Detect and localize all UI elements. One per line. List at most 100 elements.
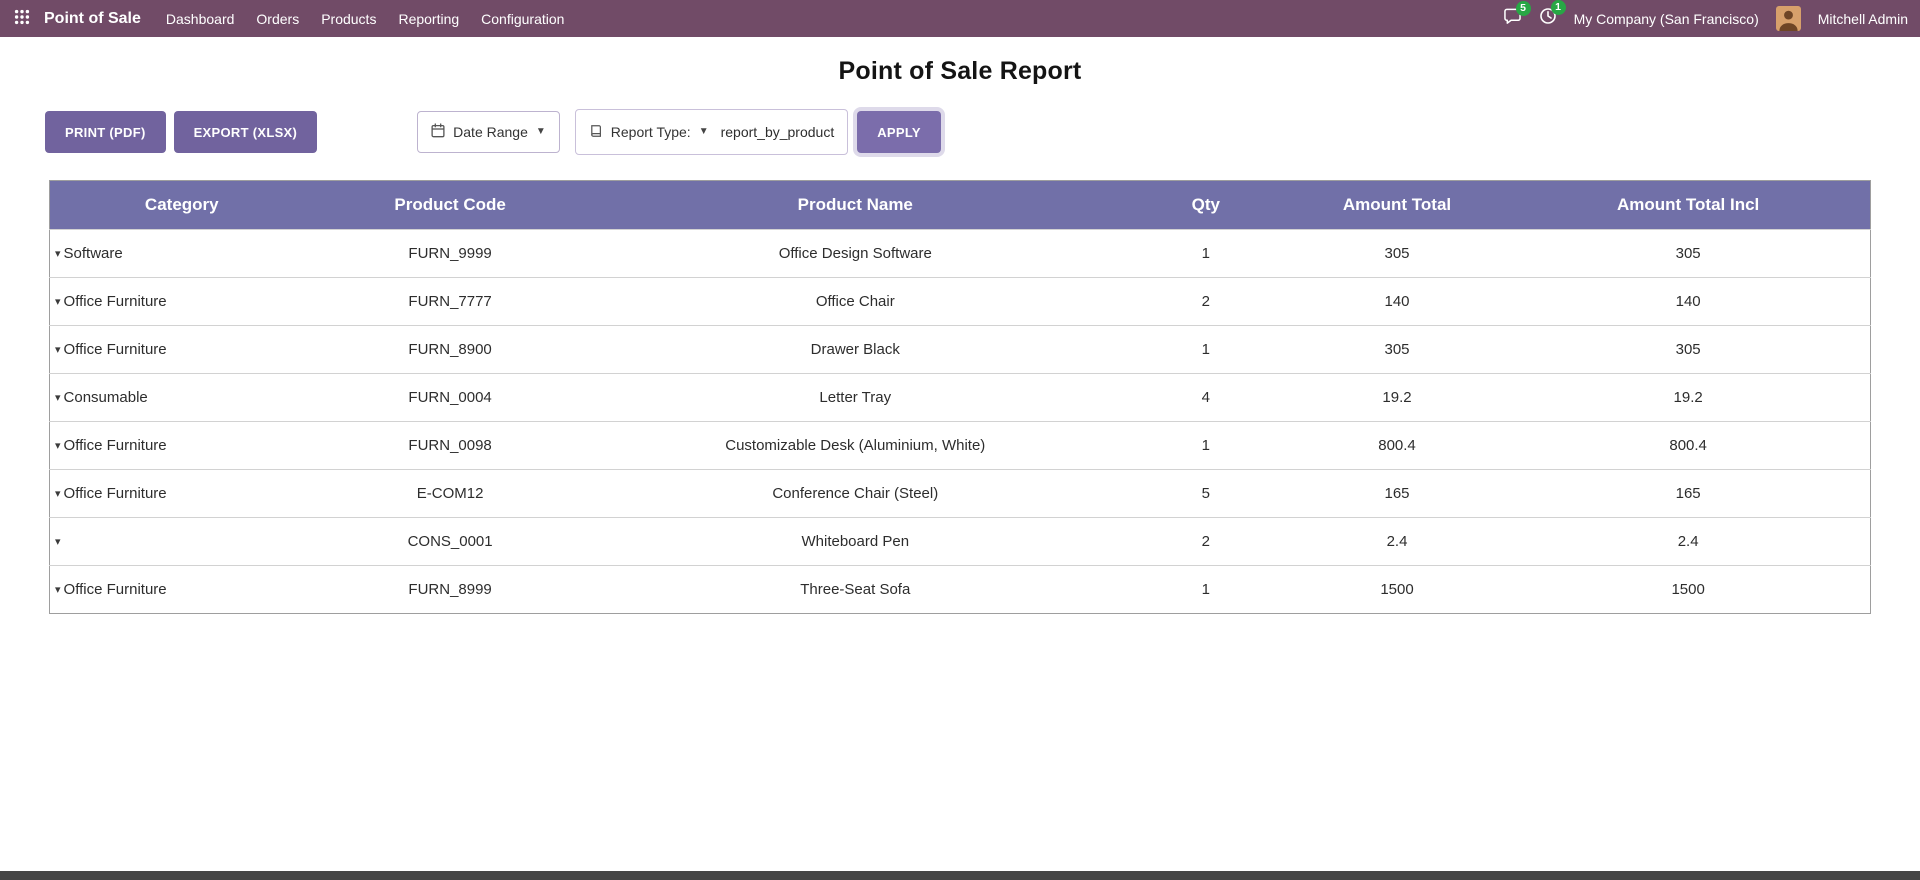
- product-name-cell: Letter Tray: [587, 374, 1124, 422]
- nav-item-configuration[interactable]: Configuration: [470, 0, 575, 37]
- category-cell: ▾Office Furniture: [50, 566, 314, 614]
- group-caret-icon[interactable]: ▾: [55, 535, 61, 548]
- category-label: Office Furniture: [64, 437, 167, 454]
- apps-menu-button[interactable]: [10, 0, 38, 37]
- amount-total-incl-cell: 19.2: [1506, 374, 1870, 422]
- table-row: ▾Software FURN_9999 Office Design Softwa…: [50, 230, 1871, 278]
- category-cell: ▾: [50, 518, 314, 566]
- amount-total-incl-cell: 800.4: [1506, 422, 1870, 470]
- product-name-cell: Office Design Software: [587, 230, 1124, 278]
- group-caret-icon[interactable]: ▾: [55, 343, 61, 356]
- group-caret-icon[interactable]: ▾: [55, 487, 61, 500]
- category-label: Office Furniture: [64, 485, 167, 502]
- amount-total-cell: 1500: [1288, 566, 1507, 614]
- nav-item-products[interactable]: Products: [310, 0, 387, 37]
- table-row: ▾Office Furniture FURN_8999 Three-Seat S…: [50, 566, 1871, 614]
- report-type-dropdown[interactable]: Report Type: ▼ report_by_product: [575, 109, 848, 155]
- product-name-cell: Three-Seat Sofa: [587, 566, 1124, 614]
- product-code-cell: FURN_8999: [314, 566, 587, 614]
- table-row: ▾Office Furniture FURN_7777 Office Chair…: [50, 278, 1871, 326]
- apply-button[interactable]: APPLY: [857, 111, 941, 153]
- product-name-cell: Conference Chair (Steel): [587, 470, 1124, 518]
- product-name-cell: Drawer Black: [587, 326, 1124, 374]
- table-row: ▾Office Furniture E-COM12 Conference Cha…: [50, 470, 1871, 518]
- product-name-cell: Customizable Desk (Aluminium, White): [587, 422, 1124, 470]
- activities-button[interactable]: 1: [1539, 7, 1557, 30]
- amount-total-incl-cell: 165: [1506, 470, 1870, 518]
- date-range-label: Date Range: [453, 124, 528, 140]
- product-code-cell: FURN_9999: [314, 230, 587, 278]
- main-content: Point of Sale Report PRINT (PDF) EXPORT …: [0, 57, 1920, 614]
- qty-cell: 1: [1124, 326, 1288, 374]
- amount-total-cell: 165: [1288, 470, 1507, 518]
- table-row: ▾ CONS_0001 Whiteboard Pen 2 2.4 2.4: [50, 518, 1871, 566]
- category-cell: ▾Consumable: [50, 374, 314, 422]
- main-menu: Dashboard Orders Products Reporting Conf…: [155, 0, 576, 37]
- export-xlsx-button[interactable]: EXPORT (XLSX): [174, 111, 318, 153]
- table-row: ▾Consumable FURN_0004 Letter Tray 4 19.2…: [50, 374, 1871, 422]
- navbar-right: 5 1 My Company (San Francisco) Mitchell …: [1503, 6, 1908, 31]
- qty-cell: 2: [1124, 278, 1288, 326]
- qty-cell: 5: [1124, 470, 1288, 518]
- group-caret-icon[interactable]: ▾: [55, 247, 61, 260]
- amount-total-incl-cell: 1500: [1506, 566, 1870, 614]
- table-row: ▾Office Furniture FURN_8900 Drawer Black…: [50, 326, 1871, 374]
- product-code-cell: E-COM12: [314, 470, 587, 518]
- report-toolbar: PRINT (PDF) EXPORT (XLSX) Date Range ▼ R…: [45, 109, 1920, 155]
- report-table: Category Product Code Product Name Qty A…: [49, 180, 1871, 614]
- date-range-dropdown[interactable]: Date Range ▼: [417, 111, 560, 153]
- header-product-name: Product Name: [587, 181, 1124, 230]
- calendar-icon: [431, 123, 445, 141]
- page-title: Point of Sale Report: [0, 57, 1920, 86]
- bottom-screen-edge: [0, 871, 1920, 880]
- messages-button[interactable]: 5: [1503, 8, 1522, 30]
- nav-item-orders[interactable]: Orders: [245, 0, 310, 37]
- category-cell: ▾Office Furniture: [50, 470, 314, 518]
- user-avatar[interactable]: [1776, 6, 1801, 31]
- category-cell: ▾Software: [50, 230, 314, 278]
- category-cell: ▾Office Furniture: [50, 278, 314, 326]
- qty-cell: 1: [1124, 566, 1288, 614]
- group-caret-icon[interactable]: ▾: [55, 583, 61, 596]
- print-pdf-button[interactable]: PRINT (PDF): [45, 111, 166, 153]
- category-label: Software: [64, 245, 123, 262]
- header-amount-total: Amount Total: [1288, 181, 1507, 230]
- user-menu[interactable]: Mitchell Admin: [1818, 11, 1908, 27]
- group-caret-icon[interactable]: ▾: [55, 295, 61, 308]
- product-code-cell: FURN_8900: [314, 326, 587, 374]
- category-cell: ▾Office Furniture: [50, 326, 314, 374]
- report-table-body: ▾Software FURN_9999 Office Design Softwa…: [50, 230, 1871, 614]
- apps-grid-icon: [14, 9, 30, 28]
- product-code-cell: FURN_0004: [314, 374, 587, 422]
- group-caret-icon[interactable]: ▾: [55, 391, 61, 404]
- amount-total-incl-cell: 305: [1506, 230, 1870, 278]
- table-row: ▾Office Furniture FURN_0098 Customizable…: [50, 422, 1871, 470]
- category-label: Office Furniture: [64, 341, 167, 358]
- qty-cell: 1: [1124, 230, 1288, 278]
- header-category: Category: [50, 181, 314, 230]
- amount-total-cell: 19.2: [1288, 374, 1507, 422]
- amount-total-incl-cell: 305: [1506, 326, 1870, 374]
- report-type-caret-icon: ▼: [699, 127, 709, 137]
- header-qty: Qty: [1124, 181, 1288, 230]
- amount-total-cell: 140: [1288, 278, 1507, 326]
- company-switcher[interactable]: My Company (San Francisco): [1574, 11, 1759, 27]
- amount-total-cell: 305: [1288, 326, 1507, 374]
- product-name-cell: Office Chair: [587, 278, 1124, 326]
- messages-badge: 5: [1516, 1, 1531, 16]
- nav-item-reporting[interactable]: Reporting: [387, 0, 470, 37]
- category-label: Office Furniture: [64, 293, 167, 310]
- qty-cell: 2: [1124, 518, 1288, 566]
- product-code-cell: FURN_0098: [314, 422, 587, 470]
- category-label: Consumable: [64, 389, 148, 406]
- category-cell: ▾Office Furniture: [50, 422, 314, 470]
- activities-badge: 1: [1551, 0, 1566, 15]
- avatar-image: [1776, 6, 1801, 31]
- header-product-code: Product Code: [314, 181, 587, 230]
- group-caret-icon[interactable]: ▾: [55, 439, 61, 452]
- app-brand[interactable]: Point of Sale: [44, 10, 141, 28]
- nav-item-dashboard[interactable]: Dashboard: [155, 0, 246, 37]
- product-code-cell: CONS_0001: [314, 518, 587, 566]
- navbar-left: Point of Sale Dashboard Orders Products …: [10, 0, 575, 37]
- amount-total-cell: 305: [1288, 230, 1507, 278]
